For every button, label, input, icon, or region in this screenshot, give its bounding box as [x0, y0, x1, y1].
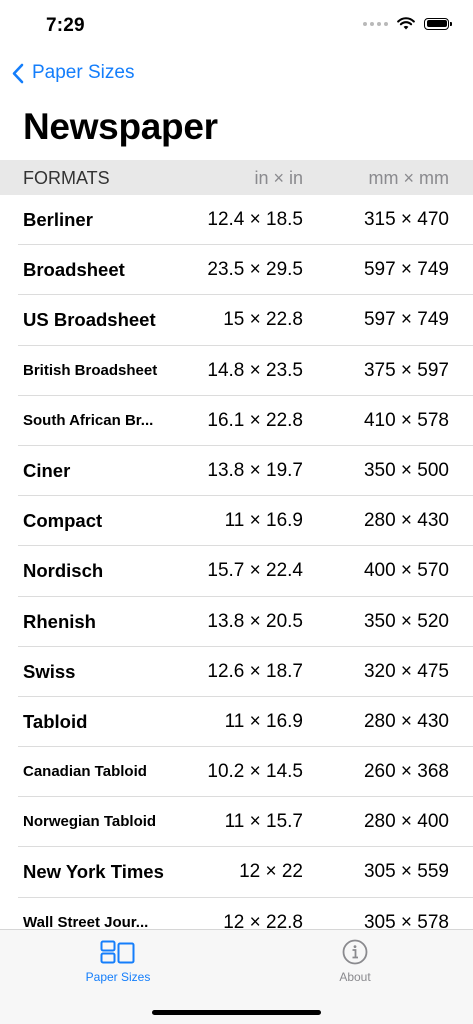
paper-sizes-icon: [100, 940, 135, 964]
table-row[interactable]: Broadsheet 23.5 × 29.5 597 × 749: [0, 245, 473, 296]
table-row[interactable]: Norwegian Tabloid 11 × 15.7 280 × 400: [0, 797, 473, 848]
status-time: 7:29: [46, 15, 85, 36]
size-inches: 23.5 × 29.5: [207, 259, 303, 281]
size-inches: 12 × 22: [239, 861, 303, 883]
table-row[interactable]: New York Times 12 × 22 305 × 559: [0, 847, 473, 898]
size-inches: 15 × 22.8: [223, 309, 303, 331]
format-name: South African Br...: [23, 411, 154, 429]
page-title: Newspaper: [23, 106, 218, 147]
formats-list[interactable]: Berliner 12.4 × 18.5 315 × 470 Broadshee…: [0, 195, 473, 930]
info-icon: [342, 939, 368, 965]
size-millimeters: 280 × 400: [363, 811, 449, 833]
table-row[interactable]: Rhenish 13.8 × 20.5 350 × 520: [0, 597, 473, 647]
table-row[interactable]: British Broadsheet 14.8 × 23.5 375 × 597: [0, 346, 473, 396]
battery-icon: [424, 17, 452, 30]
tab-about[interactable]: About: [295, 938, 415, 984]
format-name: Broadsheet: [23, 259, 125, 281]
status-icons: [363, 17, 452, 30]
size-inches: 11 × 16.9: [224, 710, 303, 732]
tab-label: About: [339, 970, 371, 984]
home-indicator: [152, 1010, 321, 1015]
format-name: Compact: [23, 510, 103, 532]
size-millimeters: 305 × 559: [363, 861, 449, 883]
table-row[interactable]: Swiss 12.6 × 18.7 320 × 475: [0, 647, 473, 698]
header-inches: in × in: [254, 168, 303, 188]
size-millimeters: 280 × 430: [363, 510, 449, 532]
format-name: Swiss: [23, 660, 76, 682]
size-inches: 12 × 22.8: [223, 911, 303, 930]
table-row[interactable]: Berliner 12.4 × 18.5 315 × 470: [0, 195, 473, 246]
chevron-left-icon: [12, 63, 24, 83]
size-millimeters: 597 × 749: [363, 259, 449, 281]
format-name: US Broadsheet: [23, 309, 156, 331]
format-name: Nordisch: [23, 560, 104, 582]
format-name: Tabloid: [23, 710, 88, 732]
size-inches: 11 × 16.9: [224, 510, 303, 532]
size-inches: 10.2 × 14.5: [207, 761, 303, 783]
table-row[interactable]: Canadian Tabloid 10.2 × 14.5 260 × 368: [0, 747, 473, 798]
table-row[interactable]: Wall Street Jour... 12 × 22.8 305 × 578: [0, 898, 473, 930]
format-name: Rhenish: [23, 610, 96, 632]
status-bar: 7:29: [0, 0, 473, 52]
format-name: British Broadsheet: [23, 361, 158, 379]
format-name: Ciner: [23, 459, 71, 481]
size-inches: 13.8 × 20.5: [207, 610, 303, 632]
size-millimeters: 375 × 597: [363, 359, 449, 381]
tab-label: Paper Sizes: [85, 970, 151, 984]
size-millimeters: 350 × 500: [363, 459, 449, 481]
wifi-icon: [397, 17, 415, 30]
size-inches: 14.8 × 23.5: [207, 359, 303, 381]
size-millimeters: 410 × 578: [363, 409, 449, 431]
format-name: Berliner: [23, 209, 93, 230]
back-button[interactable]: Paper Sizes: [12, 62, 134, 84]
size-inches: 12.6 × 18.7: [207, 660, 303, 682]
table-row[interactable]: Tabloid 11 × 16.9 280 × 430: [0, 697, 473, 748]
size-millimeters: 305 × 578: [363, 911, 449, 930]
table-row[interactable]: Ciner 13.8 × 19.7 350 × 500: [0, 446, 473, 497]
cellular-signal-icon: [363, 21, 388, 26]
header-millimeters: mm × mm: [368, 168, 450, 188]
table-row[interactable]: US Broadsheet 15 × 22.8 597 × 749: [0, 295, 473, 346]
table-row[interactable]: Nordisch 15.7 × 22.4 400 × 570: [0, 546, 473, 597]
size-millimeters: 315 × 470: [363, 209, 449, 230]
table-row[interactable]: Compact 11 × 16.9 280 × 430: [0, 496, 473, 547]
size-millimeters: 400 × 570: [363, 560, 449, 582]
format-name: Norwegian Tabloid: [23, 813, 157, 831]
size-millimeters: 597 × 749: [363, 309, 449, 331]
size-millimeters: 320 × 475: [363, 660, 449, 682]
size-inches: 16.1 × 22.8: [207, 409, 303, 431]
back-button-label: Paper Sizes: [32, 62, 135, 83]
header-formats: FORMATS: [23, 168, 110, 188]
format-name: Wall Street Jour...: [23, 913, 149, 930]
size-inches: 12.4 × 18.5: [207, 209, 303, 230]
format-name: New York Times: [23, 861, 164, 883]
size-inches: 13.8 × 19.7: [207, 459, 303, 481]
size-millimeters: 350 × 520: [363, 610, 449, 632]
size-inches: 15.7 × 22.4: [207, 560, 303, 582]
size-millimeters: 260 × 368: [363, 761, 449, 783]
size-millimeters: 280 × 430: [363, 710, 449, 732]
format-name: Canadian Tabloid: [23, 763, 147, 781]
tab-paper-sizes[interactable]: Paper Sizes: [58, 938, 178, 984]
size-inches: 11 × 15.7: [224, 811, 303, 833]
table-row[interactable]: South African Br... 16.1 × 22.8 410 × 57…: [0, 396, 473, 447]
table-header: FORMATS in × in mm × mm: [0, 160, 473, 195]
